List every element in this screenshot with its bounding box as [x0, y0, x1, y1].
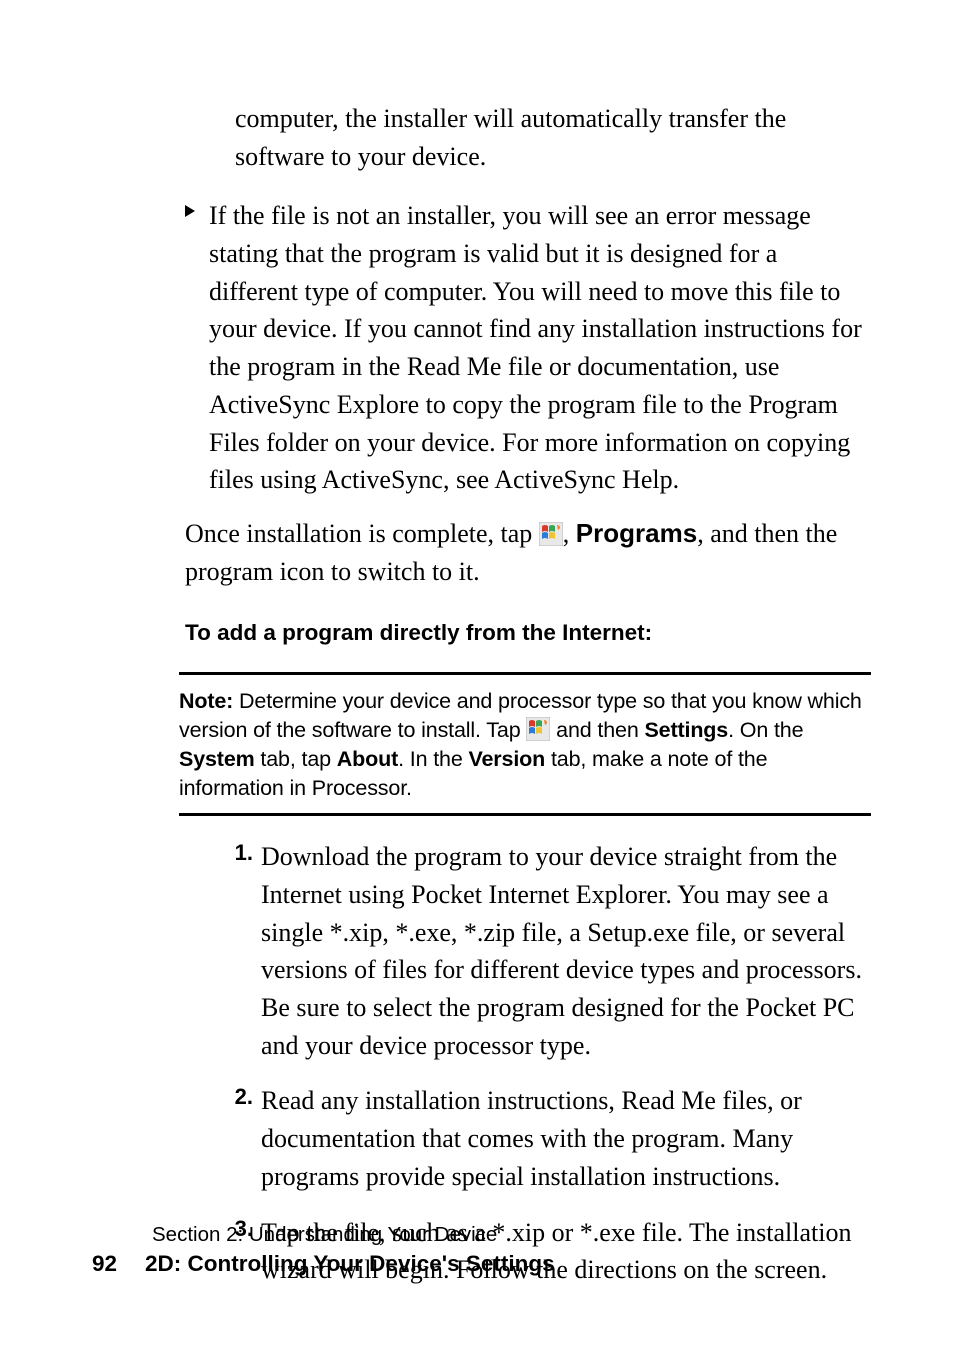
list-number: 2. [215, 1082, 261, 1110]
note-callout: Note: Determine your device and processo… [179, 672, 871, 816]
page-number: 92 [92, 1251, 117, 1276]
rule-top [179, 672, 871, 675]
footer-chapter-title: 2D: Controlling Your Device's Settings [145, 1251, 555, 1276]
bullet-text: If the file is not an installer, you wil… [209, 197, 869, 499]
rule-bottom [179, 813, 871, 816]
list-number: 1. [215, 838, 261, 866]
procedure-heading: To add a program directly from the Inter… [185, 620, 869, 646]
text-fragment: tab, tap [255, 747, 337, 771]
continuation-paragraph: computer, the installer will automatical… [235, 100, 869, 175]
list-item: 1. Download the program to your device s… [215, 838, 869, 1064]
start-flag-icon [539, 519, 563, 543]
note-label: Note: [179, 689, 233, 713]
page-footer: Section 2: Understanding Your Device 92 2… [92, 1223, 555, 1277]
system-tab-label: System [179, 747, 255, 771]
post-bullet-paragraph: Once installation is complete, tap , Pro… [185, 515, 869, 590]
list-text: Download the program to your device stra… [261, 838, 869, 1064]
bullet-item: If the file is not an installer, you wil… [185, 197, 869, 499]
version-tab-label: Version [468, 747, 545, 771]
text-fragment: , [563, 519, 576, 548]
start-flag-icon [526, 717, 550, 741]
ordered-list: 1. Download the program to your device s… [215, 838, 869, 1289]
triangle-bullet-icon [185, 197, 209, 217]
about-label: About [337, 747, 398, 771]
text-fragment: Once installation is complete, tap [185, 519, 539, 548]
programs-label: Programs [576, 518, 697, 548]
text-fragment: . On the [728, 718, 803, 742]
text-fragment: and then [550, 718, 644, 742]
text-fragment: . In the [398, 747, 468, 771]
footer-section-label: Section 2: Understanding Your Device [152, 1223, 555, 1247]
list-text: Read any installation instructions, Read… [261, 1082, 869, 1195]
list-item: 2. Read any installation instructions, R… [215, 1082, 869, 1195]
settings-label: Settings [644, 718, 728, 742]
note-body: Note: Determine your device and processo… [179, 687, 871, 803]
